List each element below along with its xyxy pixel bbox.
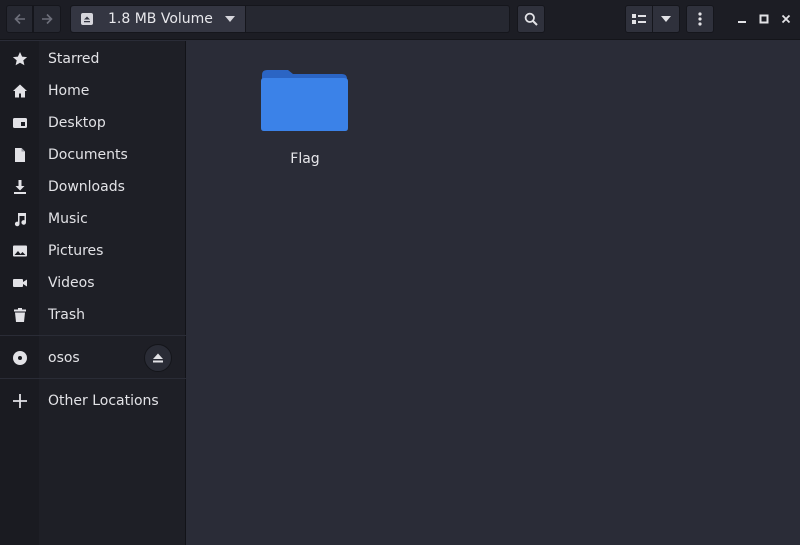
- desktop-icon: [11, 114, 29, 132]
- sidebar-item-label: Documents: [48, 147, 128, 163]
- file-view: Flag: [187, 41, 800, 545]
- eject-button[interactable]: [144, 344, 172, 372]
- path-label: 1.8 MB Volume: [108, 11, 213, 27]
- trash-icon: [11, 306, 29, 324]
- maximize-icon: [759, 14, 769, 24]
- download-icon: [11, 178, 29, 196]
- minimize-icon: [738, 21, 746, 23]
- path-crumb-volume[interactable]: 1.8 MB Volume: [71, 6, 246, 32]
- sidebar-item-label: Pictures: [48, 243, 104, 259]
- sidebar-item-label: Trash: [48, 307, 85, 323]
- path-bar: 1.8 MB Volume: [70, 5, 510, 33]
- arrow-right-icon: [42, 13, 53, 25]
- chevron-down-icon: [661, 16, 671, 22]
- sidebar-item-label: Downloads: [48, 179, 125, 195]
- close-icon: [781, 14, 791, 24]
- back-button[interactable]: [6, 5, 33, 33]
- home-icon: [11, 82, 29, 100]
- view-options-button[interactable]: [652, 5, 680, 33]
- sidebar-separator: [0, 335, 186, 336]
- view-toggle-button[interactable]: [625, 5, 653, 33]
- maximize-button[interactable]: [755, 10, 773, 28]
- list-view-icon: [632, 14, 646, 24]
- star-icon: [11, 50, 29, 68]
- picture-icon: [11, 242, 29, 260]
- music-icon: [11, 210, 29, 228]
- sidebar-item-desktop[interactable]: Desktop: [0, 107, 186, 139]
- sidebar: Starred Home Desktop Documents Downloads…: [0, 41, 186, 545]
- sidebar-item-home[interactable]: Home: [0, 75, 186, 107]
- document-icon: [11, 146, 29, 164]
- eject-icon: [153, 353, 163, 363]
- sidebar-item-label: Videos: [48, 275, 95, 291]
- file-name: Flag: [290, 151, 320, 167]
- search-icon: [524, 12, 538, 26]
- header-bar: 1.8 MB Volume: [0, 0, 800, 40]
- sidebar-item-starred[interactable]: Starred: [0, 43, 186, 75]
- kebab-menu-icon: [698, 12, 702, 26]
- sidebar-item-pictures[interactable]: Pictures: [0, 235, 186, 267]
- folder-item-flag[interactable]: Flag: [251, 65, 359, 175]
- search-button[interactable]: [517, 5, 545, 33]
- close-button[interactable]: [777, 10, 795, 28]
- folder-icon: [261, 70, 348, 131]
- sidebar-item-label: Starred: [48, 51, 100, 67]
- sidebar-item-osos[interactable]: osos: [0, 342, 186, 374]
- sidebar-item-other-locations[interactable]: Other Locations: [0, 385, 186, 417]
- arrow-left-icon: [13, 13, 25, 25]
- main-menu-button[interactable]: [686, 5, 714, 33]
- sidebar-item-videos[interactable]: Videos: [0, 267, 186, 299]
- chevron-down-icon: [225, 16, 235, 22]
- plus-icon: [11, 392, 29, 410]
- video-icon: [11, 274, 29, 292]
- minimize-button[interactable]: [733, 10, 751, 28]
- sidebar-item-downloads[interactable]: Downloads: [0, 171, 186, 203]
- disc-icon: [11, 349, 29, 367]
- forward-button[interactable]: [33, 5, 61, 33]
- sidebar-item-label: Music: [48, 211, 88, 227]
- drive-icon: [81, 13, 93, 25]
- sidebar-item-trash[interactable]: Trash: [0, 299, 186, 331]
- sidebar-item-label: Home: [48, 83, 90, 99]
- sidebar-item-documents[interactable]: Documents: [0, 139, 186, 171]
- sidebar-separator: [0, 378, 186, 379]
- sidebar-item-label: Desktop: [48, 115, 106, 131]
- sidebar-item-music[interactable]: Music: [0, 203, 186, 235]
- sidebar-item-label: osos: [48, 350, 80, 366]
- sidebar-item-label: Other Locations: [48, 393, 159, 409]
